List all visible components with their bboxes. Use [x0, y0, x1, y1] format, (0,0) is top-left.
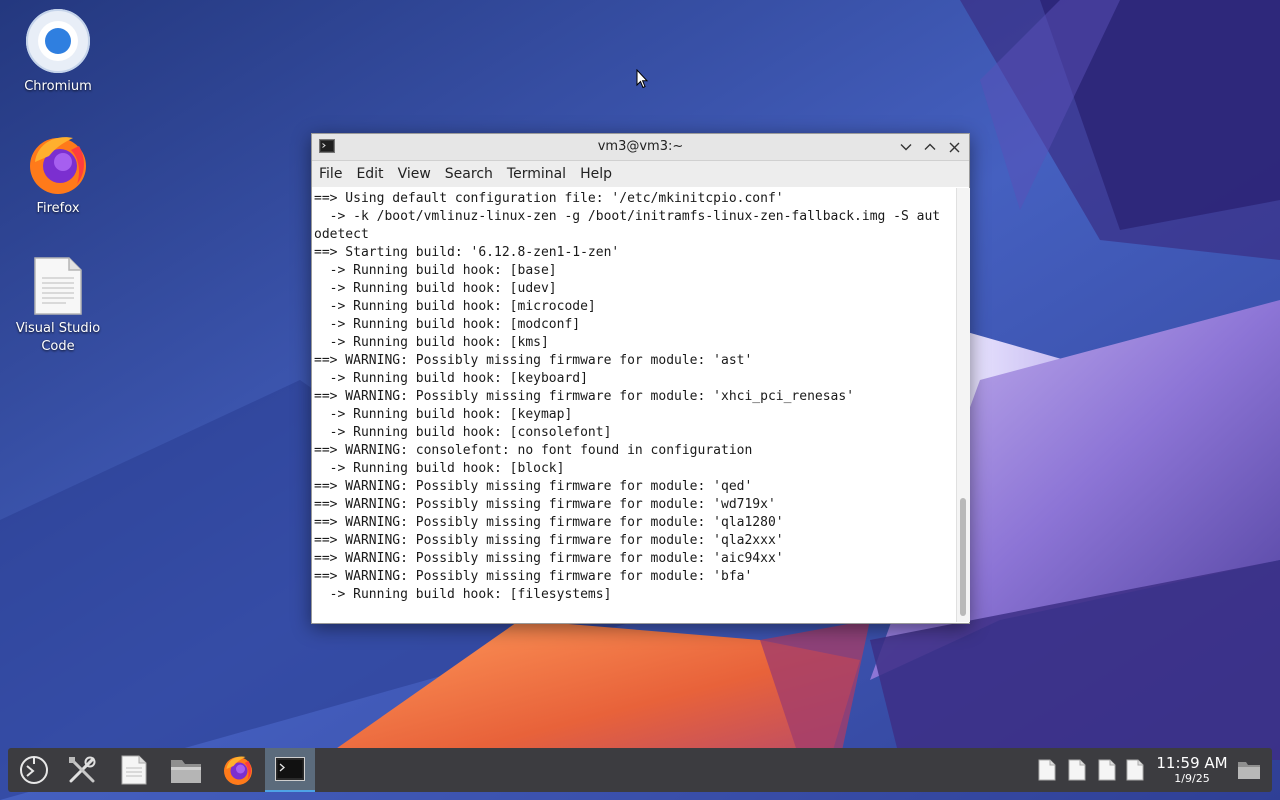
application-menu-button[interactable] [10, 748, 58, 792]
terminal-output-area[interactable]: ==> Using default configuration file: '/… [312, 188, 956, 622]
menu-search[interactable]: Search [438, 166, 500, 182]
desktop-icon-chromium[interactable]: Chromium [10, 8, 106, 96]
taskbar-terminal-button[interactable] [265, 748, 315, 792]
firefox-icon [224, 756, 252, 785]
desktop-icon-label: Chromium [24, 79, 92, 94]
text-editor-icon [121, 755, 147, 785]
application-menu-icon [20, 756, 48, 784]
desktop: Chromium Firefox Visual Studio Code vm3@… [0, 0, 1280, 800]
taskbar-clock[interactable]: 11:59 AM 1/9/25 [1148, 754, 1236, 786]
mouse-cursor-icon [636, 69, 648, 89]
document-icon [34, 257, 82, 315]
chromium-icon [26, 9, 90, 73]
document-icon[interactable] [1038, 759, 1056, 781]
clock-date: 1/9/25 [1174, 772, 1210, 785]
scrollbar-thumb[interactable] [960, 498, 966, 616]
folder-icon [1238, 762, 1260, 779]
window-title: vm3@vm3:~ [597, 139, 684, 154]
desktop-icon-visual-studio-code[interactable]: Visual Studio Code [10, 256, 106, 356]
taskbar-file-manager-button[interactable] [162, 748, 210, 792]
chevron-down-icon [900, 144, 912, 151]
menu-bar: File Edit View Search Terminal Help [312, 161, 969, 187]
close-button[interactable] [945, 138, 963, 156]
terminal-icon [275, 757, 305, 781]
firefox-icon [30, 137, 86, 194]
menu-help[interactable]: Help [573, 166, 619, 182]
window-titlebar[interactable]: vm3@vm3:~ [312, 134, 969, 161]
menu-edit[interactable]: Edit [349, 166, 390, 182]
show-desktop-button[interactable] [1234, 748, 1264, 792]
maximize-button[interactable] [921, 138, 939, 156]
document-icon[interactable] [1126, 759, 1144, 781]
document-icon[interactable] [1098, 759, 1116, 781]
minimize-button[interactable] [897, 138, 915, 156]
menu-view[interactable]: View [391, 166, 438, 182]
file-manager-icon [171, 760, 201, 783]
taskbar-firefox-button[interactable] [214, 748, 262, 792]
menu-file[interactable]: File [312, 166, 349, 182]
close-icon [949, 142, 959, 152]
taskbar: 11:59 AM 1/9/25 [8, 748, 1272, 792]
menu-terminal[interactable]: Terminal [500, 166, 573, 182]
terminal-output: ==> Using default configuration file: '/… [314, 191, 941, 602]
settings-tools-icon [69, 756, 96, 783]
chevron-up-icon [924, 143, 936, 150]
terminal-window[interactable]: vm3@vm3:~ File Edit View Search Terminal… [311, 133, 970, 624]
taskbar-text-editor-button[interactable] [110, 748, 158, 792]
document-icon[interactable] [1068, 759, 1086, 781]
taskbar-settings-button[interactable] [58, 748, 106, 792]
desktop-icon-label: Visual Studio Code [15, 321, 101, 354]
desktop-icon-firefox[interactable]: Firefox [10, 132, 106, 218]
vertical-scrollbar[interactable] [956, 188, 970, 622]
desktop-icon-label: Firefox [36, 201, 80, 216]
clock-time: 11:59 AM [1156, 754, 1228, 772]
